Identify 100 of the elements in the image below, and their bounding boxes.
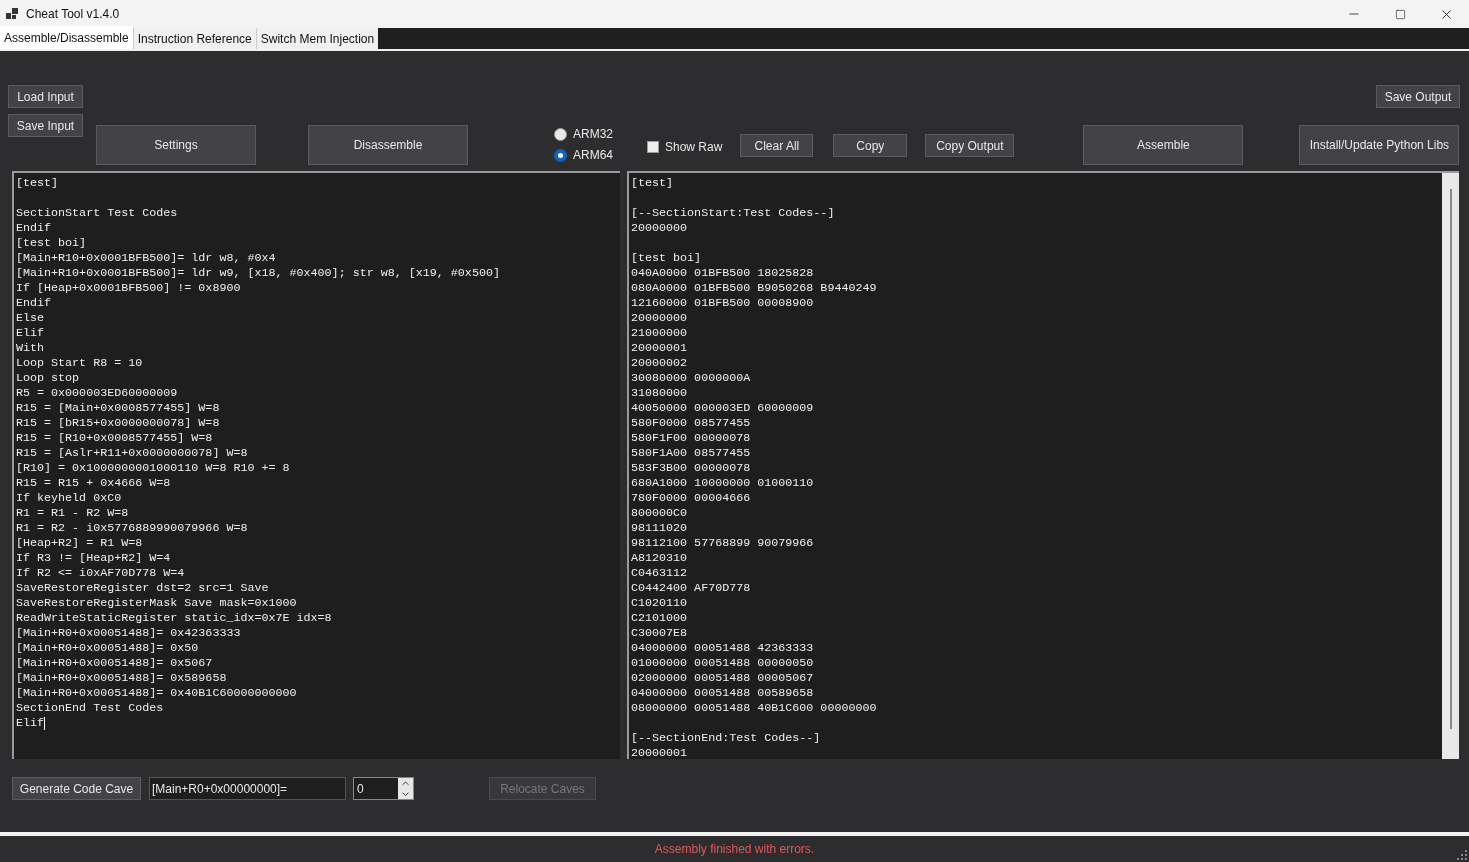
copy-output-button[interactable]: Copy Output bbox=[925, 134, 1015, 157]
code-line: If keyheld 0xC0 bbox=[16, 491, 122, 506]
code-line: 040A0000 01BFB500 18025828 bbox=[631, 266, 814, 281]
code-line: 31080000 bbox=[631, 386, 688, 401]
code-line: 02000000 00051488 00005067 bbox=[631, 671, 814, 686]
code-line: ReadWriteStaticRegister static_idx=0x7E idx=8 bbox=[16, 611, 332, 626]
code-line: If [Heap+0x0001BFB500] != 0x8900 bbox=[16, 281, 241, 296]
code-line: [test] bbox=[16, 176, 59, 191]
code-line: 20000002 bbox=[631, 356, 688, 371]
code-line: C0463112 bbox=[631, 566, 688, 581]
generate-code-cave-button[interactable]: Generate Code Cave bbox=[12, 777, 141, 800]
code-line: [test boi] bbox=[631, 251, 702, 266]
window-title: Cheat Tool v1.4.0 bbox=[26, 6, 120, 23]
code-line: R1 = R2 - i0x5776889990079966 W=8 bbox=[16, 521, 248, 536]
code-line: 30080000 0000000A bbox=[631, 371, 751, 386]
code-line: [Main+R0+0x00051488]= 0x589658 bbox=[16, 671, 227, 686]
code-line: Elif bbox=[16, 326, 45, 341]
code-line: Elif bbox=[16, 716, 45, 731]
code-line: 21000000 bbox=[631, 326, 688, 341]
code-line: If R2 <= i0xAF70D778 W=4 bbox=[16, 566, 185, 581]
show-raw-checkbox[interactable]: Show Raw bbox=[647, 138, 723, 156]
code-line: [Main+R10+0x0001BFB500]= ldr w8, #0x4 bbox=[16, 251, 276, 266]
status-text: Assembly finished with errors. bbox=[654, 841, 815, 858]
radio-button[interactable] bbox=[554, 127, 567, 141]
code-line: 680A1000 10000000 01000110 bbox=[631, 476, 814, 491]
code-line: 20000000 bbox=[631, 311, 688, 326]
clear-all-button[interactable]: Clear All bbox=[740, 134, 814, 157]
code-line: Loop stop bbox=[16, 371, 80, 386]
code-line: R15 = [R10+0x0008577455] W=8 bbox=[16, 431, 213, 446]
tab[interactable]: Instruction Reference bbox=[132, 28, 256, 49]
load-input-button[interactable]: Load Input bbox=[8, 85, 83, 108]
code-line: 800000C0 bbox=[631, 506, 688, 521]
code-line: C30007E8 bbox=[631, 626, 688, 641]
assemble-button[interactable]: Assemble bbox=[1083, 125, 1244, 165]
code-line: [test boi] bbox=[16, 236, 87, 251]
architecture-radio[interactable]: ARM32 bbox=[554, 126, 613, 142]
input-editor[interactable] bbox=[12, 171, 620, 759]
code-line: [--SectionStart:Test Codes--] bbox=[631, 206, 835, 221]
code-line: 580F0000 08577455 bbox=[631, 416, 751, 431]
code-line: 98111020 bbox=[631, 521, 688, 536]
code-line: 12160000 01BFB500 00008900 bbox=[631, 296, 814, 311]
address-field[interactable]: [Main+R0+0x00000000]= bbox=[149, 777, 346, 800]
code-line: [Main+R0+0x00051488]= 0x50 bbox=[16, 641, 199, 656]
code-line: [--SectionEnd:Test Codes--] bbox=[631, 731, 821, 746]
code-line: [Main+R0+0x00051488]= 0x40B1C60000000000 bbox=[16, 686, 297, 701]
code-line: A8120310 bbox=[631, 551, 688, 566]
code-line: If R3 != [Heap+R2] W=4 bbox=[16, 551, 171, 566]
code-line: SectionEnd Test Codes bbox=[16, 701, 164, 716]
code-line: 580F1F00 00000078 bbox=[631, 431, 751, 446]
code-line: [Main+R0+0x00051488]= 0x42363333 bbox=[16, 626, 241, 641]
save-input-button[interactable]: Save Input bbox=[8, 114, 83, 137]
copy-button[interactable]: Copy bbox=[833, 134, 908, 157]
scrollbar-thumb[interactable] bbox=[1449, 189, 1452, 729]
disassemble-button[interactable]: Disassemble bbox=[308, 125, 468, 165]
install-python-libs-button[interactable]: Install/Update Python Libs bbox=[1299, 125, 1460, 165]
save-output-button[interactable]: Save Output bbox=[1376, 85, 1460, 108]
code-line: 08000000 00051488 40B1C600 00000000 bbox=[631, 701, 877, 716]
scrollbar[interactable] bbox=[1442, 173, 1459, 759]
code-line: [Main+R0+0x00051488]= 0x5067 bbox=[16, 656, 213, 671]
code-line: 580F1A00 08577455 bbox=[631, 446, 751, 461]
code-line: Endif bbox=[16, 221, 52, 236]
code-line: [R10] = 0x1000000001000110 W=8 R10 += 8 bbox=[16, 461, 290, 476]
tab[interactable]: Switch Mem Injection bbox=[255, 28, 379, 49]
code-line: R15 = [Main+0x0008577455] W=8 bbox=[16, 401, 220, 416]
code-line: 583F3B00 00000078 bbox=[631, 461, 751, 476]
architecture-radio[interactable]: ARM64 bbox=[554, 147, 613, 163]
code-line: 04000000 00051488 00589658 bbox=[631, 686, 814, 701]
code-line: R15 = [Aslr+R11+0x0000000078] W=8 bbox=[16, 446, 248, 461]
code-line: 080A0000 01BFB500 B9050268 B9440249 bbox=[631, 281, 877, 296]
code-line: R15 = R15 + 0x4666 W=8 bbox=[16, 476, 171, 491]
code-line: With bbox=[16, 341, 45, 356]
code-line: R1 = R1 - R2 W=8 bbox=[16, 506, 129, 521]
code-line: 01000000 00051488 00000050 bbox=[631, 656, 814, 671]
code-line: 20000000 bbox=[631, 221, 688, 236]
code-line: 20000001 bbox=[631, 341, 688, 356]
code-line: SaveRestoreRegisterMask Save mask=0x1000 bbox=[16, 596, 297, 611]
resize-grip-icon bbox=[1457, 850, 1467, 860]
radio-button[interactable] bbox=[554, 148, 567, 162]
app-icon bbox=[6, 8, 18, 20]
checkbox[interactable] bbox=[647, 141, 659, 153]
code-line: 780F0000 00004666 bbox=[631, 491, 751, 506]
code-line: SectionStart Test Codes bbox=[16, 206, 178, 221]
code-line: R5 = 0x000003ED60000009 bbox=[16, 386, 178, 401]
settings-button[interactable]: Settings bbox=[96, 125, 256, 165]
code-line: 04000000 00051488 42363333 bbox=[631, 641, 814, 656]
code-line: Loop Start R8 = 10 bbox=[16, 356, 143, 371]
code-line: C1020110 bbox=[631, 596, 688, 611]
code-line: 20000001 bbox=[631, 746, 688, 759]
output-editor[interactable] bbox=[627, 171, 1459, 759]
count-spinner[interactable]: 0 bbox=[353, 777, 414, 800]
tab[interactable]: Assemble/Disassemble bbox=[0, 26, 133, 49]
code-line: [test] bbox=[631, 176, 674, 191]
code-line: 98112100 57768899 90079966 bbox=[631, 536, 814, 551]
code-line: 40050000 000003ED 60000009 bbox=[631, 401, 814, 416]
code-line: Endif bbox=[16, 296, 52, 311]
code-line: C0442400 AF70D778 bbox=[631, 581, 751, 596]
code-line: [Main+R10+0x0001BFB500]= ldr w9, [x18, #0x400]; str w8, [x19, #0x500] bbox=[16, 266, 500, 281]
code-line: C2101000 bbox=[631, 611, 688, 626]
code-line: [Heap+R2] = R1 W=8 bbox=[16, 536, 143, 551]
code-line: R15 = [bR15+0x0000000078] W=8 bbox=[16, 416, 220, 431]
